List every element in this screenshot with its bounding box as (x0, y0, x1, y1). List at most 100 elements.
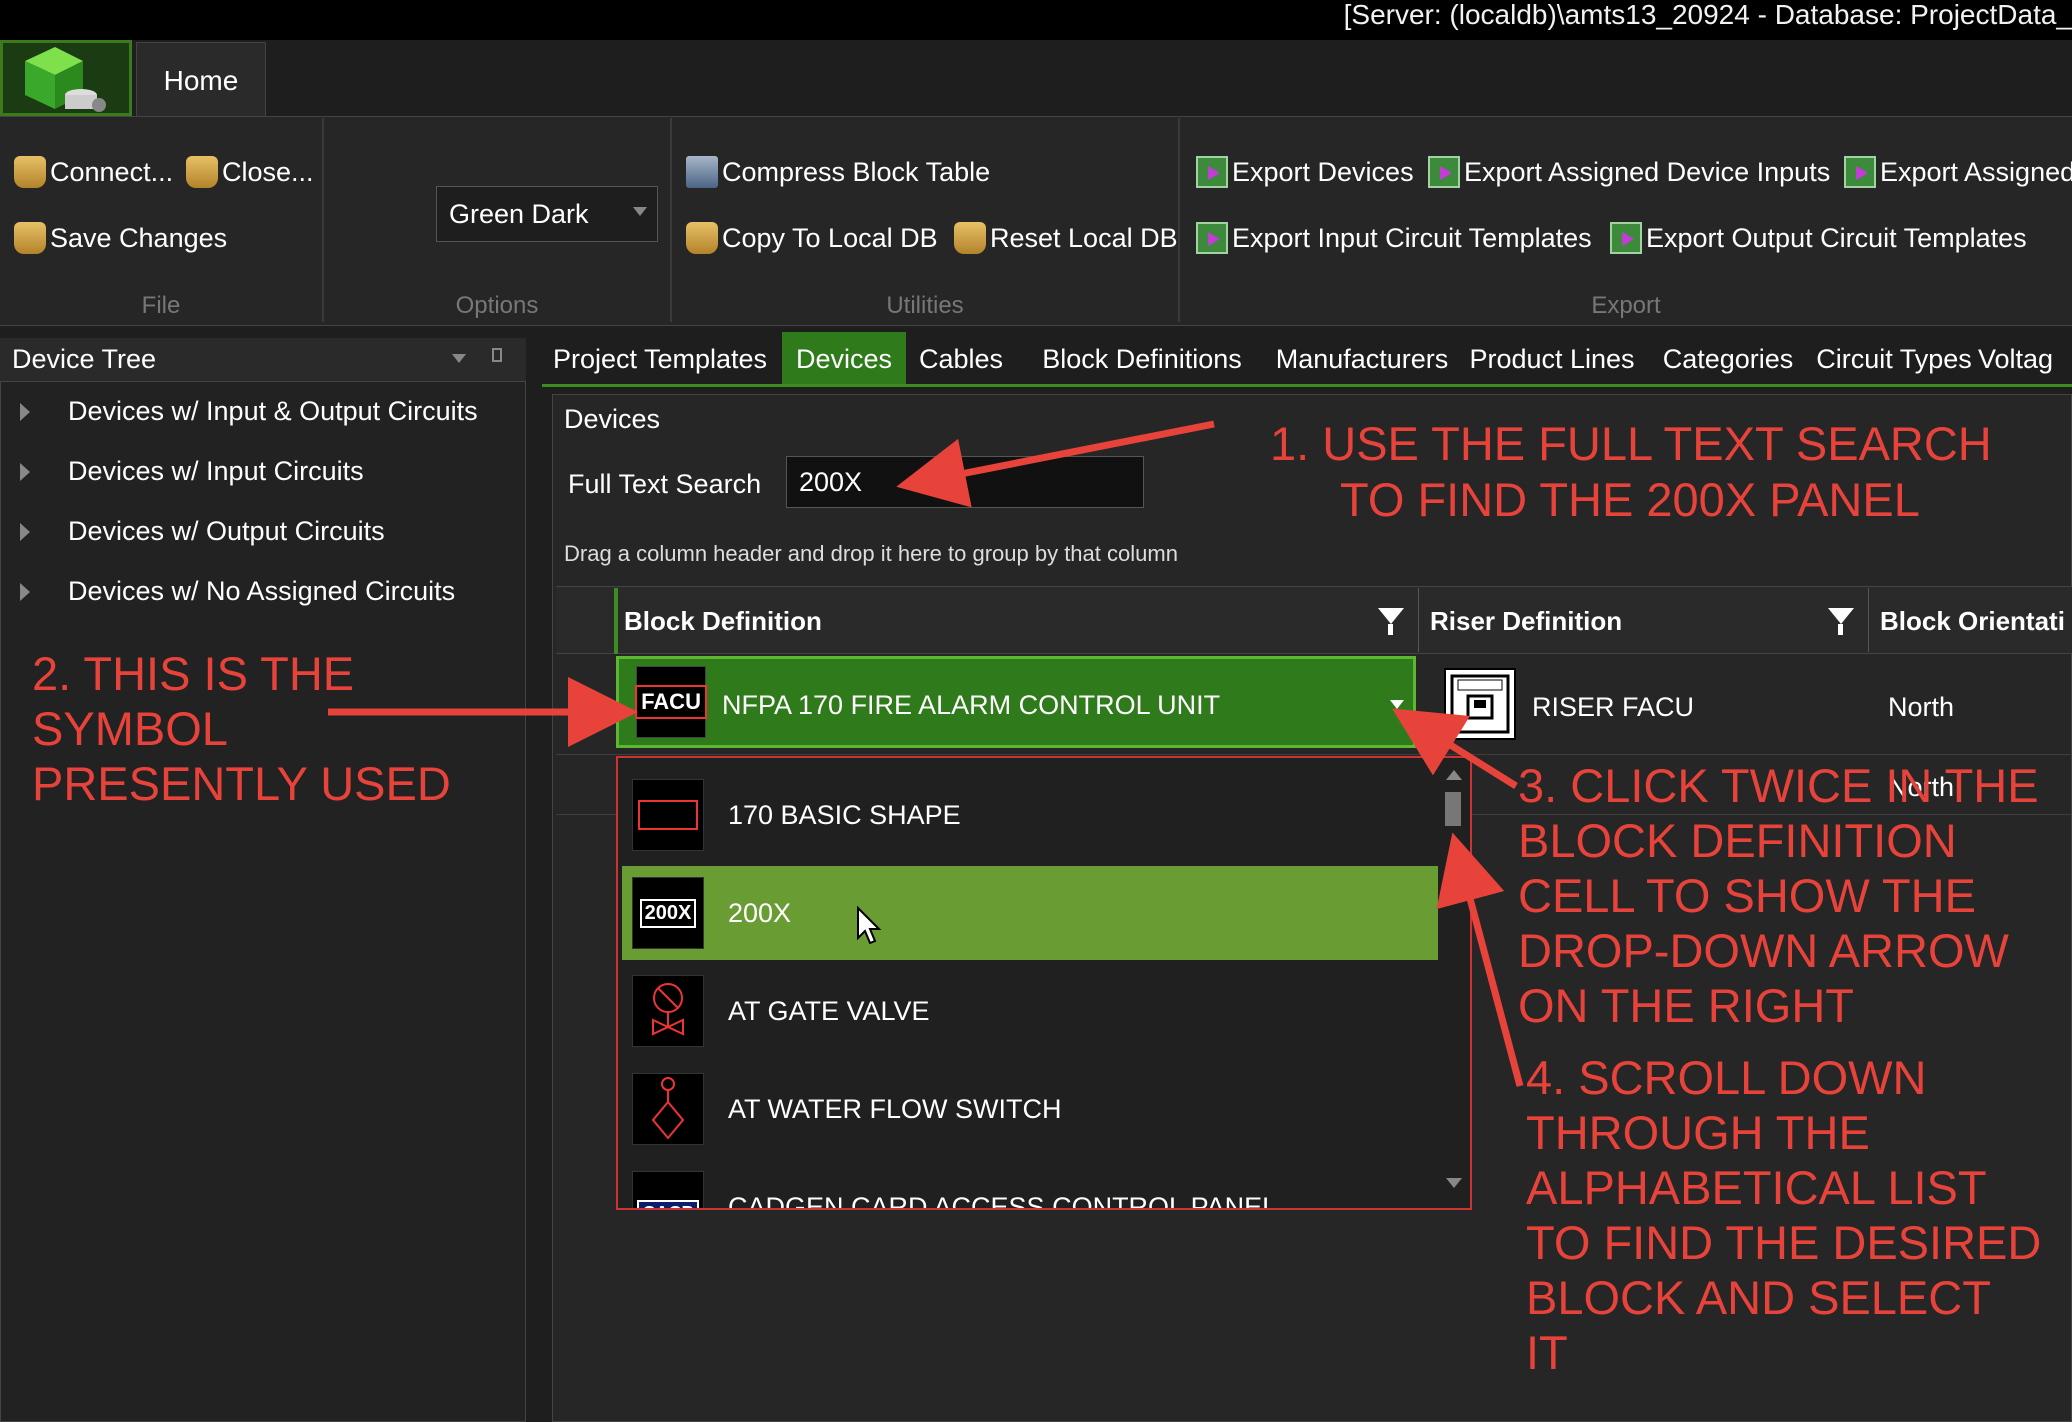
list-item[interactable]: AT GATE VALVE (622, 964, 1438, 1058)
annotation-step-4-line-3: ALPHABETICAL LIST (1526, 1161, 1987, 1214)
cursor-pointer-icon (857, 906, 882, 945)
annotation-step-2-line-3: PRESENTLY USED (32, 757, 451, 810)
ribbon-group-label-options: Options (455, 292, 539, 319)
window-title: [Server: (localdb)\amts13_20924 - Databa… (1343, 0, 2072, 30)
ribbon-group-label-file: File (141, 292, 181, 319)
annotation-step-2-line-2: SYMBOL (32, 702, 228, 755)
expand-icon[interactable] (20, 582, 30, 601)
copy-to-local-db-button[interactable]: Copy To Local DB (686, 222, 938, 254)
app-cube-icon (25, 47, 106, 112)
annotation-step-3-line-3: CELL TO SHOW THE (1518, 869, 1976, 922)
device-tree-header: Device Tree (0, 338, 526, 382)
basic-shape-thumb (632, 779, 704, 851)
block-definition-dropdown: 170 BASIC SHAPE 200X 200X AT GATE VALVE (616, 756, 1472, 1210)
tab-categories[interactable]: Categories (1646, 332, 1810, 386)
reset-db-icon (954, 222, 986, 254)
dropdown-scrollbar[interactable] (1440, 760, 1466, 1206)
application-menu-button[interactable] (0, 40, 132, 116)
save-changes-button[interactable]: Save Changes (14, 222, 227, 254)
annotation-step-4-line-2: THROUGH THE (1526, 1106, 1870, 1159)
export-icon (1844, 156, 1876, 188)
annotation-step-3-line-1: 3. CLICK TWICE IN THE (1518, 759, 2039, 812)
tab-project-templates[interactable]: Project Templates (542, 332, 778, 386)
list-item[interactable]: AT WATER FLOW SWITCH (622, 1062, 1438, 1156)
tab-circuit-types[interactable]: Circuit Types (1812, 332, 1976, 386)
filter-icon[interactable] (1828, 608, 1854, 635)
tab-block-definitions[interactable]: Block Definitions (1020, 332, 1264, 386)
row-divider (556, 754, 2072, 755)
facu-symbol-thumb: FACU (635, 666, 707, 738)
gate-valve-thumb (632, 975, 704, 1047)
tab-product-lines[interactable]: Product Lines (1462, 332, 1642, 386)
compress-table-icon (686, 156, 718, 188)
save-db-icon (14, 222, 46, 254)
scrollbar-thumb[interactable] (1445, 792, 1461, 826)
connect-button[interactable]: Connect... (14, 156, 173, 188)
expand-icon[interactable] (20, 522, 30, 541)
tab-devices[interactable]: Devices (782, 332, 906, 386)
export-output-templates-button[interactable]: Export Output Circuit Templates (1610, 222, 2027, 254)
column-separator (1418, 588, 1419, 652)
tab-voltage[interactable]: Voltag (1978, 332, 2072, 386)
riser-definition-value: RISER FACU (1532, 692, 1695, 722)
tree-item-input[interactable]: Devices w/ Input Circuits (20, 456, 364, 487)
tree-item-no-assigned[interactable]: Devices w/ No Assigned Circuits (20, 576, 455, 607)
water-flow-switch-thumb (632, 1073, 704, 1145)
list-item[interactable]: CACP CADGEN CARD ACCESS CONTROL PANEL (622, 1160, 1438, 1208)
column-header-block-orientation[interactable]: Block Orientati (1880, 606, 2072, 637)
group-by-hint: Drag a column header and drop it here to… (564, 541, 1178, 566)
export-icon (1610, 222, 1642, 254)
column-separator (1868, 588, 1869, 652)
annotation-step-1-line-1: 1. USE THE FULL TEXT SEARCH (1270, 417, 1992, 470)
annotation-step-3-line-2: BLOCK DEFINITION (1518, 814, 1957, 867)
filter-icon[interactable] (1378, 608, 1404, 635)
row-indicator[interactable] (568, 694, 592, 712)
export-assigned-inputs-button[interactable]: Export Assigned Device Inputs (1428, 156, 1830, 188)
scroll-up-icon[interactable] (1446, 770, 1462, 780)
annotation-step-4-line-1: 4. SCROLL DOWN (1526, 1051, 1927, 1104)
tree-item-input-output[interactable]: Devices w/ Input & Output Circuits (20, 396, 478, 427)
reset-local-db-button[interactable]: Reset Local DB (954, 222, 1178, 254)
block-definition-value: NFPA 170 FIRE ALARM CONTROL UNIT (722, 690, 1221, 720)
riser-facu-thumb (1444, 668, 1516, 740)
device-tree-panel (0, 338, 526, 1422)
export-input-templates-button[interactable]: Export Input Circuit Templates (1196, 222, 1592, 254)
column-highlight (614, 588, 618, 654)
export-icon (1428, 156, 1460, 188)
orientation-value: North (1888, 692, 1955, 722)
annotation-step-3-line-4: DROP-DOWN ARROW (1518, 924, 2009, 977)
tab-cables[interactable]: Cables (908, 332, 1014, 386)
scroll-down-icon[interactable] (1446, 1178, 1462, 1188)
dropdown-arrow-icon[interactable] (1390, 700, 1404, 709)
column-header-block-definition[interactable]: Block Definition (624, 606, 822, 637)
annotation-step-4-line-6: IT (1526, 1326, 1568, 1379)
search-input[interactable]: 200X (786, 456, 1144, 508)
close-db-icon (186, 156, 218, 188)
main-tabs: Project Templates Devices Cables Block D… (542, 332, 2072, 386)
tree-item-output[interactable]: Devices w/ Output Circuits (20, 516, 385, 547)
export-icon (1196, 156, 1228, 188)
list-item[interactable]: 170 BASIC SHAPE (622, 768, 1438, 862)
expand-icon[interactable] (20, 462, 30, 481)
annotation-step-1-line-2: TO FIND THE 200X PANEL (1340, 473, 1920, 526)
expand-icon[interactable] (20, 402, 30, 421)
list-item-selected[interactable]: 200X 200X (622, 866, 1438, 960)
tab-home[interactable]: Home (136, 42, 266, 118)
annotation-step-3-line-5: ON THE RIGHT (1518, 979, 1854, 1032)
annotation-step-4-line-4: TO FIND THE DESIRED (1526, 1216, 2042, 1269)
tab-manufacturers[interactable]: Manufacturers (1258, 332, 1466, 386)
compress-block-table-button[interactable]: Compress Block Table (686, 156, 990, 188)
copy-db-icon (686, 222, 718, 254)
column-header-riser-definition[interactable]: Riser Definition (1430, 606, 1622, 637)
chevron-down-icon[interactable] (452, 354, 466, 363)
ribbon-group-label-export: Export (1591, 292, 1661, 319)
close-button[interactable]: Close... (186, 156, 314, 188)
pin-icon[interactable] (492, 348, 502, 362)
export-devices-button[interactable]: Export Devices (1196, 156, 1414, 188)
chevron-down-icon (633, 207, 647, 216)
export-assigned-button[interactable]: Export Assigned (1844, 156, 2072, 188)
annotation-step-2-line-1: 2. THIS IS THE (32, 647, 355, 700)
riser-symbol-icon (1450, 674, 1510, 734)
devices-panel-title: Devices (564, 404, 661, 434)
theme-select[interactable]: Green Dark (436, 186, 658, 242)
